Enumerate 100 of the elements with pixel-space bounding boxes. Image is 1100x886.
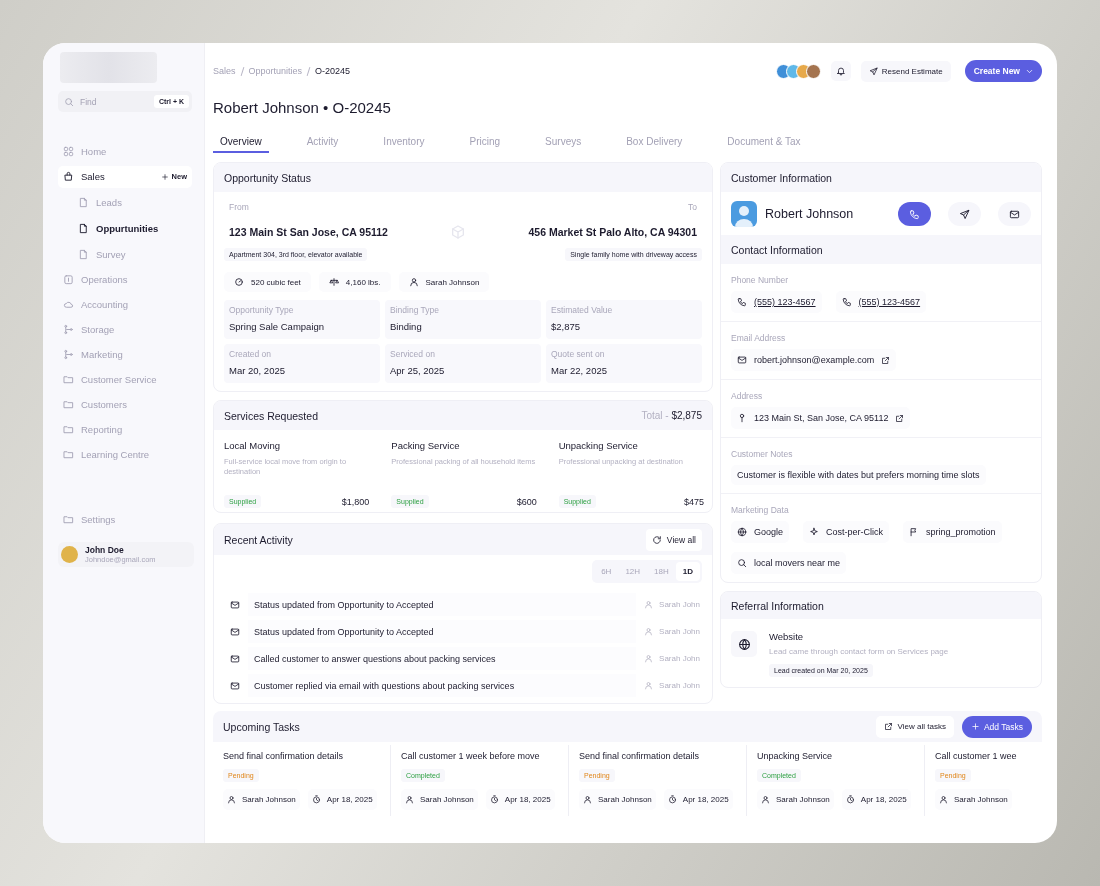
stat-text: 520 cubic feet <box>251 277 301 287</box>
breadcrumb-link[interactable]: O-20245 <box>315 66 351 76</box>
field-label: Quote sent on <box>551 349 606 359</box>
field-label: Estimated Value <box>551 305 614 315</box>
mail-icon <box>737 355 747 365</box>
task-assignee: Sarah Johnson <box>598 795 652 804</box>
timer-icon <box>845 795 855 804</box>
action-button[interactable] <box>998 202 1031 226</box>
document-icon <box>78 196 89 208</box>
tab[interactable]: Box Delivery <box>619 131 690 153</box>
activity-user: Sarah John <box>659 681 700 690</box>
nav-subitem[interactable]: Oppurtunities <box>58 215 192 241</box>
breadcrumb-link[interactable]: Sales <box>213 66 236 76</box>
nav-item[interactable]: Marketing <box>58 342 192 367</box>
section-title: Customer Information <box>731 171 832 184</box>
notes-text: Customer is flexible with dates but prefers morning time slots <box>731 465 986 485</box>
nav-item[interactable]: Customers <box>58 392 192 417</box>
page-title: Robert Johnson • O-20245 <box>213 99 392 118</box>
action-button[interactable] <box>898 202 931 226</box>
to-label: To <box>688 202 697 212</box>
marketing-text: Google <box>754 527 784 537</box>
nav-item[interactable]: Storage <box>58 317 192 342</box>
task-date: Apr 18, 2025 <box>504 795 551 804</box>
nav-item[interactable]: Operations <box>58 267 192 292</box>
nav-subitem[interactable]: Survey <box>58 241 192 267</box>
mail-icon <box>230 680 240 691</box>
field-label: Opportunity Type <box>229 305 295 315</box>
task-title: Unpacking Service <box>757 751 834 761</box>
clipboard-icon <box>63 274 74 285</box>
field-label: Customer Notes <box>731 449 794 459</box>
view-all-button[interactable]: View all <box>645 528 702 551</box>
nav-item[interactable]: Customer Service <box>58 367 192 392</box>
notification-button[interactable] <box>830 61 851 81</box>
time-range-button[interactable]: 18H <box>647 562 676 581</box>
section-title: Recent Activity <box>224 533 293 546</box>
breadcrumb-link[interactable]: Opportunities <box>248 66 303 76</box>
section-title: Upcoming Tasks <box>223 720 300 733</box>
external-link-icon <box>881 355 891 365</box>
create-new-button[interactable]: Create New <box>964 60 1042 82</box>
user-icon <box>408 277 419 287</box>
service-name: Local Moving <box>224 440 281 451</box>
from-address: 123 Main St San Jose, CA 95112 <box>229 226 388 238</box>
nav-subitem[interactable]: Leads <box>58 189 192 215</box>
tab[interactable]: Activity <box>299 131 346 153</box>
phone-icon <box>909 208 920 220</box>
task-assignee: Sarah Johnson <box>420 795 474 804</box>
phone-icon <box>841 297 852 307</box>
tab[interactable]: Document & Tax <box>720 131 808 153</box>
field-value: Mar 20, 2025 <box>229 365 286 376</box>
mail-icon <box>230 626 240 637</box>
cloud-icon <box>63 299 74 310</box>
search-icon <box>737 558 747 568</box>
add-tasks-button[interactable]: Add Tasks <box>961 715 1032 738</box>
grid-icon <box>63 146 74 157</box>
resend-estimate-button[interactable]: Resend Estimate <box>860 60 951 82</box>
field-value: Apr 25, 2025 <box>390 365 446 376</box>
mail-icon <box>1009 208 1020 220</box>
tab[interactable]: Surveys <box>538 131 589 153</box>
section-title: Services Requested <box>224 409 318 422</box>
nav-item[interactable]: Accounting <box>58 292 192 317</box>
address-text: 123 Main St, San Jose, CA 95112 <box>754 413 889 423</box>
nav-item[interactable]: Home <box>58 139 192 164</box>
field-value: $2,875 <box>551 321 582 332</box>
timer-icon <box>311 795 321 804</box>
nav-item[interactable]: Reporting <box>58 417 192 442</box>
field-value: Binding <box>390 321 423 332</box>
referral-description: Lead came through contact form on Services page <box>769 647 949 656</box>
tab[interactable]: Inventory <box>376 131 432 153</box>
action-button[interactable] <box>948 202 981 226</box>
branch-icon <box>63 349 74 360</box>
mail-icon <box>230 653 240 664</box>
time-range-button[interactable]: 6H <box>594 562 619 581</box>
task-assignee: Sarah Johnson <box>954 795 1008 804</box>
time-range-button[interactable]: 12H <box>618 562 648 581</box>
folder-icon <box>63 399 74 410</box>
tab[interactable]: Overview <box>213 131 269 153</box>
section-title: Opportunity Status <box>224 171 311 184</box>
time-range-button[interactable]: 1D <box>675 562 700 581</box>
email-text: robert.johnson@example.com <box>754 355 875 365</box>
nav-item[interactable]: Settings <box>58 507 192 532</box>
view-all-tasks-button[interactable]: View all tasks <box>875 715 954 738</box>
external-link-icon <box>883 722 893 731</box>
user-icon <box>644 681 654 690</box>
field-label: Marketing Data <box>731 505 790 515</box>
nav-item[interactable]: Learning Centre <box>58 442 192 467</box>
user-icon <box>405 795 414 804</box>
user-icon <box>583 795 592 804</box>
tab[interactable]: Pricing <box>462 131 508 153</box>
search-input[interactable]: Find <box>78 95 138 108</box>
plus-icon <box>160 172 169 181</box>
globe-icon <box>737 527 747 537</box>
total-value: $2,875 <box>671 410 702 421</box>
total-label: Total - <box>641 410 669 421</box>
phone-icon <box>737 297 747 307</box>
user-icon <box>761 795 770 804</box>
timer-icon <box>489 795 499 804</box>
task-title: Call customer 1 wee <box>935 751 1018 761</box>
document-icon <box>78 248 89 260</box>
service-price: $600 <box>516 496 537 507</box>
activity-user: Sarah John <box>659 627 700 636</box>
